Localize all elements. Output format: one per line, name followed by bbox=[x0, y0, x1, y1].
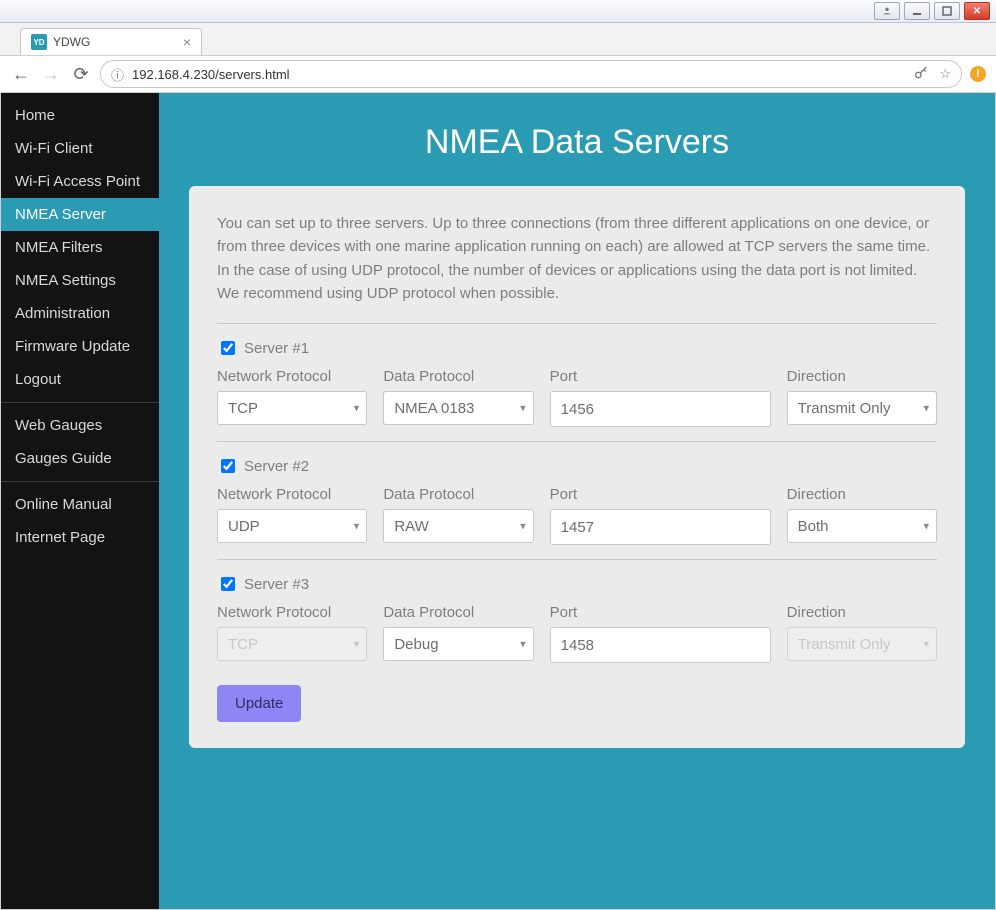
page-viewport: HomeWi-Fi ClientWi-Fi Access PointNMEA S… bbox=[0, 93, 996, 910]
sidebar-item-wi-fi-client[interactable]: Wi-Fi Client bbox=[1, 132, 159, 165]
browser-toolbar: ← → ⟳ ⓘ 192.168.4.230/servers.html ☆ ! bbox=[0, 56, 996, 93]
label-dir: Direction bbox=[787, 368, 937, 385]
sidebar-item-wi-fi-access-point[interactable]: Wi-Fi Access Point bbox=[1, 165, 159, 198]
favicon-icon: YD bbox=[31, 34, 47, 50]
server-1-data-select[interactable]: NMEA 0183 bbox=[383, 391, 533, 425]
server-2-dir-select[interactable]: Both bbox=[787, 509, 937, 543]
server-1-dir-select[interactable]: Transmit Only bbox=[787, 391, 937, 425]
main-content: NMEA Data Servers You can set up to thre… bbox=[159, 93, 995, 909]
tab-title: YDWG bbox=[53, 35, 90, 49]
label-net: Network Protocol bbox=[217, 486, 367, 503]
sidebar-item-logout[interactable]: Logout bbox=[1, 363, 159, 396]
sidebar-item-internet-page[interactable]: Internet Page bbox=[1, 521, 159, 554]
close-button[interactable]: ✕ bbox=[964, 2, 990, 20]
site-info-icon[interactable]: ⓘ bbox=[111, 65, 124, 84]
star-icon[interactable]: ☆ bbox=[939, 66, 951, 82]
server-2-header: Server #2 bbox=[217, 456, 937, 476]
update-button[interactable]: Update bbox=[217, 685, 301, 722]
label-net: Network Protocol bbox=[217, 604, 367, 621]
server-2-name: Server #2 bbox=[244, 458, 309, 475]
profile-icon[interactable]: ! bbox=[970, 66, 986, 82]
label-net: Network Protocol bbox=[217, 368, 367, 385]
sidebar-item-nmea-server[interactable]: NMEA Server bbox=[1, 198, 159, 231]
sidebar-item-firmware-update[interactable]: Firmware Update bbox=[1, 330, 159, 363]
server-1-net-select[interactable]: TCP bbox=[217, 391, 367, 425]
sidebar: HomeWi-Fi ClientWi-Fi Access PointNMEA S… bbox=[1, 93, 159, 909]
sidebar-item-nmea-filters[interactable]: NMEA Filters bbox=[1, 231, 159, 264]
server-3-name: Server #3 bbox=[244, 576, 309, 593]
server-3-data-select[interactable]: Debug bbox=[383, 627, 533, 661]
server-1-port-input[interactable] bbox=[550, 391, 771, 427]
sidebar-item-online-manual[interactable]: Online Manual bbox=[1, 488, 159, 521]
label-data: Data Protocol bbox=[383, 604, 533, 621]
key-icon[interactable] bbox=[913, 65, 929, 84]
forward-button: → bbox=[40, 63, 62, 85]
server-1-enable-checkbox[interactable] bbox=[221, 341, 235, 355]
server-2-enable-checkbox[interactable] bbox=[221, 459, 235, 473]
sidebar-item-home[interactable]: Home bbox=[1, 99, 159, 132]
address-bar[interactable]: ⓘ 192.168.4.230/servers.html ☆ bbox=[100, 60, 962, 88]
server-2-port-input[interactable] bbox=[550, 509, 771, 545]
intro-text: You can set up to three servers. Up to t… bbox=[217, 212, 937, 305]
card: You can set up to three servers. Up to t… bbox=[189, 186, 965, 748]
sidebar-item-web-gauges[interactable]: Web Gauges bbox=[1, 409, 159, 442]
label-data: Data Protocol bbox=[383, 368, 533, 385]
page-title: NMEA Data Servers bbox=[425, 123, 729, 162]
server-3-header: Server #3 bbox=[217, 574, 937, 594]
label-dir: Direction bbox=[787, 604, 937, 621]
user-icon[interactable] bbox=[874, 2, 900, 20]
label-dir: Direction bbox=[787, 486, 937, 503]
server-1-name: Server #1 bbox=[244, 340, 309, 357]
url-text: 192.168.4.230/servers.html bbox=[132, 67, 290, 82]
server-2-data-select[interactable]: RAW bbox=[383, 509, 533, 543]
label-port: Port bbox=[550, 486, 771, 503]
label-data: Data Protocol bbox=[383, 486, 533, 503]
sidebar-item-nmea-settings[interactable]: NMEA Settings bbox=[1, 264, 159, 297]
sidebar-item-administration[interactable]: Administration bbox=[1, 297, 159, 330]
label-port: Port bbox=[550, 604, 771, 621]
back-button[interactable]: ← bbox=[10, 63, 32, 85]
server-3-port-input[interactable] bbox=[550, 627, 771, 663]
maximize-button[interactable] bbox=[934, 2, 960, 20]
browser-tab[interactable]: YD YDWG × bbox=[20, 28, 202, 55]
window-titlebar: ✕ bbox=[0, 0, 996, 23]
server-2-net-select[interactable]: UDP bbox=[217, 509, 367, 543]
server-3-dir-select: Transmit Only bbox=[787, 627, 937, 661]
label-port: Port bbox=[550, 368, 771, 385]
server-1-header: Server #1 bbox=[217, 338, 937, 358]
server-3-net-select: TCP bbox=[217, 627, 367, 661]
server-3-enable-checkbox[interactable] bbox=[221, 577, 235, 591]
minimize-button[interactable] bbox=[904, 2, 930, 20]
sidebar-item-gauges-guide[interactable]: Gauges Guide bbox=[1, 442, 159, 475]
browser-tabstrip: YD YDWG × bbox=[0, 23, 996, 56]
tab-close-icon[interactable]: × bbox=[183, 34, 191, 50]
reload-button[interactable]: ⟳ bbox=[70, 63, 92, 85]
